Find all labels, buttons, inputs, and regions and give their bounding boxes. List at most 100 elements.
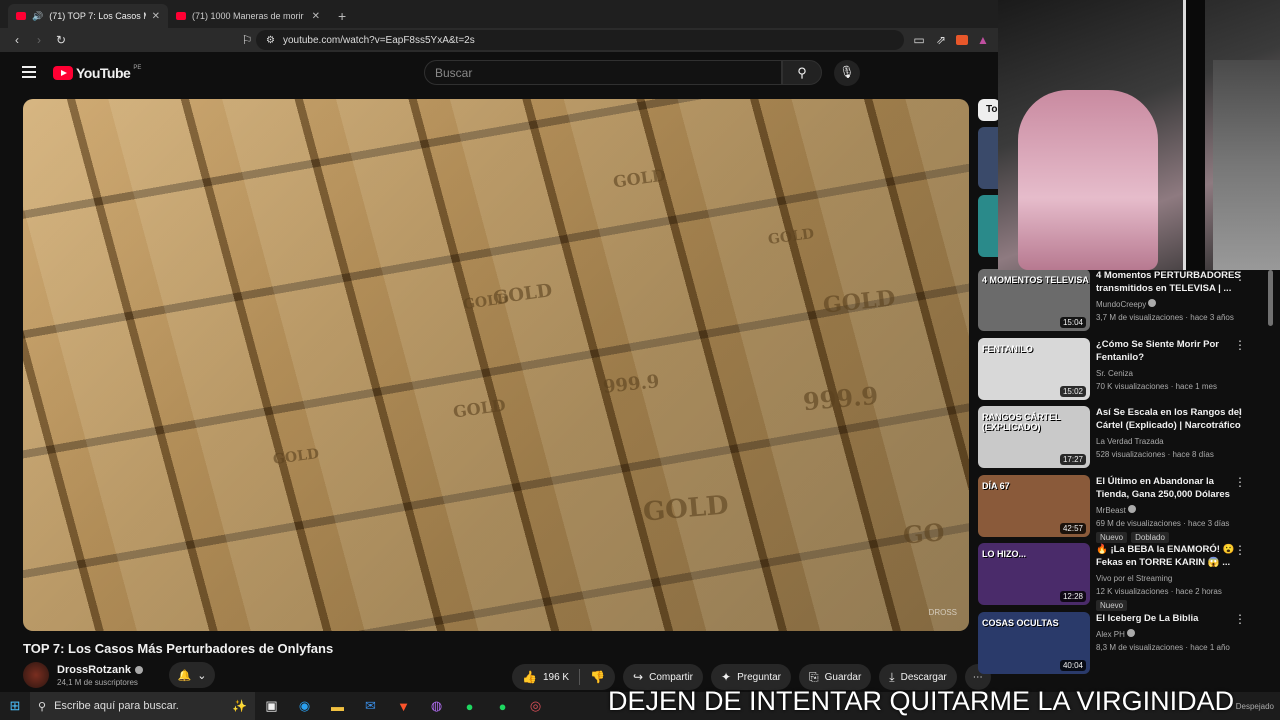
recommendation-thumbnail[interactable]: 4 MOMENTOS TELEVISA 15:04 — [978, 269, 1090, 331]
brave-rewards-icon[interactable]: ▲ — [976, 33, 990, 47]
recommendation-item[interactable]: 4 MOMENTOS TELEVISA 15:04 4 Momentos PER… — [978, 269, 1278, 331]
app-icon[interactable]: ◍ — [420, 698, 453, 714]
recommendation-title[interactable]: El Último en Abandonar la Tienda, Gana 2… — [1096, 475, 1246, 501]
recommendation-item[interactable]: FENTANILO 15:02 ¿Cómo Se Siente Morir Po… — [978, 337, 1278, 400]
video-player[interactable]: GOLD GOLD GOLD 999.9 999.9 GOLD GOLD GOL… — [23, 99, 969, 631]
like-button[interactable]: 👍 196 K 👎 — [512, 664, 616, 690]
recommendation-title[interactable]: 🔥 ¡La BEBA la ENAMORÓ! 😮 Fekas en TORRE … — [1096, 543, 1246, 569]
new-tab-button[interactable]: + — [328, 8, 356, 28]
forward-icon[interactable]: › — [32, 33, 46, 47]
brave-shield-icon[interactable] — [956, 35, 968, 45]
webcam-scene — [1213, 60, 1280, 270]
close-tab-icon[interactable]: ✕ — [152, 11, 160, 22]
site-info-icon[interactable]: ⚙ — [266, 35, 275, 46]
recommendation-badge: Doblado — [1131, 531, 1169, 543]
microphone-icon[interactable]: 🎙 — [834, 60, 860, 86]
recommendation-channel-row: Alex PH 8,3 M de visualizaciones · hace … — [1096, 628, 1246, 654]
reload-icon[interactable]: ↻ — [54, 33, 68, 47]
thumbnail-caption: DÍA 67 — [982, 480, 1010, 491]
recommendation-item[interactable]: DÍA 67 42:57 El Último en Abandonar la T… — [978, 474, 1278, 543]
country-code: PE — [133, 65, 142, 71]
notifications-button[interactable]: 🔔 ⌄ — [168, 662, 215, 688]
stream-overlay-text: DEJEN DE INTENTAR QUITARME LA VIRGINIDAD — [608, 686, 1235, 716]
address-bar[interactable]: ⚙ youtube.com/watch?v=EapF8ss5YxA&t=2s — [256, 30, 904, 50]
youtube-logo[interactable]: YouTube PE — [53, 65, 141, 81]
recommendation-channel[interactable]: MrBeast — [1096, 506, 1126, 515]
recommendation-item[interactable]: RANGOS CÁRTEL (EXPLICADO) 17:27 Así Se E… — [978, 406, 1278, 468]
windows-start-icon[interactable]: ⊞ — [0, 698, 30, 714]
save-label: Guardar — [824, 671, 862, 683]
scrollbar[interactable] — [1268, 270, 1273, 326]
recommendation-channel[interactable]: La Verdad Trazada — [1096, 437, 1164, 446]
recommendation-title[interactable]: 4 Momentos PERTURBADORES transmitidos en… — [1096, 269, 1246, 295]
brave-icon[interactable]: ▼ — [387, 699, 420, 714]
recommendation-item[interactable]: LO HIZO... 12:28 🔥 ¡La BEBA la ENAMORÓ! … — [978, 543, 1278, 611]
more-options-icon[interactable]: ⋮ — [1234, 543, 1246, 557]
back-icon[interactable]: ‹ — [10, 33, 24, 47]
channel-row: DrossRotzank 24,1 M de suscriptores 🔔 ⌄ — [23, 662, 215, 688]
edge-icon[interactable]: ◉ — [288, 698, 321, 714]
more-options-icon[interactable]: ⋮ — [1234, 406, 1246, 420]
spotify-icon[interactable]: ● — [486, 699, 519, 714]
recommendation-title[interactable]: Así Se Escala en los Rangos del Cártel (… — [1096, 406, 1246, 432]
close-tab-icon[interactable]: ✕ — [312, 11, 320, 22]
recommendation-item[interactable]: COSAS OCULTAS 40:04 El Iceberg De La Bib… — [978, 611, 1278, 674]
recommendation-badges: Nuevo — [1096, 600, 1246, 611]
recommendation-channel-row: MrBeast 69 M de visualizaciones · hace 3… — [1096, 504, 1246, 530]
mail-icon[interactable]: ✉ — [354, 698, 387, 714]
hamburger-menu-icon[interactable] — [22, 66, 36, 78]
recommendation-thumbnail[interactable]: COSAS OCULTAS 40:04 — [978, 611, 1090, 674]
recommendation-channel[interactable]: Vivo por el Streaming — [1096, 574, 1172, 583]
more-options-icon[interactable]: ⋮ — [1234, 338, 1246, 352]
recommendation-thumbnail[interactable]: DÍA 67 42:57 — [978, 474, 1090, 537]
recommendation-channel[interactable]: Sr. Ceniza — [1096, 369, 1133, 378]
recommendation-title[interactable]: ¿Cómo Se Siente Morir Por Fentanilo? — [1096, 338, 1246, 364]
more-options-icon[interactable]: ⋮ — [1234, 475, 1246, 489]
thumbs-down-icon[interactable]: 👎 — [590, 670, 605, 684]
divider — [579, 669, 581, 685]
taskbar-search[interactable]: ⚲ Escribe aquí para buscar. ✨ — [30, 692, 255, 720]
weather-text: Despejado — [1235, 701, 1274, 711]
channel-name-row[interactable]: DrossRotzank — [57, 664, 143, 676]
cast-icon[interactable]: ▭ — [912, 33, 926, 47]
browser-tab-strip: 🔊 (71) TOP 7: Los Casos Más Pe... ✕ (71)… — [0, 0, 1000, 28]
recommendation-meta: Así Se Escala en los Rangos del Cártel (… — [1096, 406, 1246, 468]
more-options-icon[interactable]: ⋮ — [1234, 612, 1246, 626]
share-icon[interactable]: ⇗ — [934, 33, 948, 47]
system-tray: Despejado — [1236, 692, 1274, 720]
recommendation-thumbnail-partial[interactable] — [978, 127, 998, 189]
duration-badge: 12:28 — [1059, 591, 1086, 602]
search-highlight-icon: ✨ — [232, 699, 247, 713]
more-options-icon[interactable]: ⋮ — [1234, 269, 1246, 283]
recommendation-thumbnail[interactable]: FENTANILO 15:02 — [978, 337, 1090, 400]
search-icon[interactable]: ⚲ — [782, 60, 822, 85]
browser-tab-active[interactable]: 🔊 (71) TOP 7: Los Casos Más Pe... ✕ — [8, 4, 168, 28]
recommendation-thumbnail[interactable]: LO HIZO... 12:28 — [978, 543, 1090, 605]
recommendation-channel[interactable]: Alex PH — [1096, 630, 1125, 639]
recommendation-channel[interactable]: MundoCreepy — [1096, 300, 1146, 309]
frame-text: GO — [901, 517, 946, 550]
verified-icon — [1128, 504, 1137, 513]
search-icon: ⚲ — [38, 700, 47, 713]
task-view-icon[interactable]: ▣ — [255, 698, 288, 714]
file-explorer-icon[interactable]: ▬ — [321, 699, 354, 714]
channel-avatar[interactable] — [23, 662, 49, 688]
recommendation-stats: 12 K visualizaciones · hace 2 horas — [1096, 587, 1222, 596]
browser-tab[interactable]: (71) 1000 Maneras de morir Oficial... ✕ — [168, 4, 328, 28]
duration-badge: 17:27 — [1059, 454, 1086, 465]
verified-icon — [134, 665, 143, 674]
search-input[interactable]: Buscar — [424, 60, 782, 85]
spotify-icon[interactable]: ● — [453, 699, 486, 714]
youtube-favicon-icon — [176, 12, 186, 20]
recommendation-title[interactable]: El Iceberg De La Biblia — [1096, 612, 1246, 625]
logo-text: YouTube — [76, 65, 131, 81]
recommendation-channel-row: Sr. Ceniza 70 K visualizaciones · hace 1… — [1096, 367, 1246, 393]
recommendation-thumbnail-partial[interactable] — [978, 195, 998, 257]
verified-icon — [1148, 299, 1157, 307]
recommendation-thumbnail[interactable]: RANGOS CÁRTEL (EXPLICADO) 17:27 — [978, 406, 1090, 468]
app-icon[interactable]: ◎ — [519, 698, 552, 714]
filter-chip[interactable]: To — [978, 99, 1000, 121]
bookmark-icon[interactable]: ⚐ — [240, 33, 254, 47]
youtube-play-icon — [53, 66, 73, 80]
speaker-icon: 🔊 — [32, 10, 44, 21]
